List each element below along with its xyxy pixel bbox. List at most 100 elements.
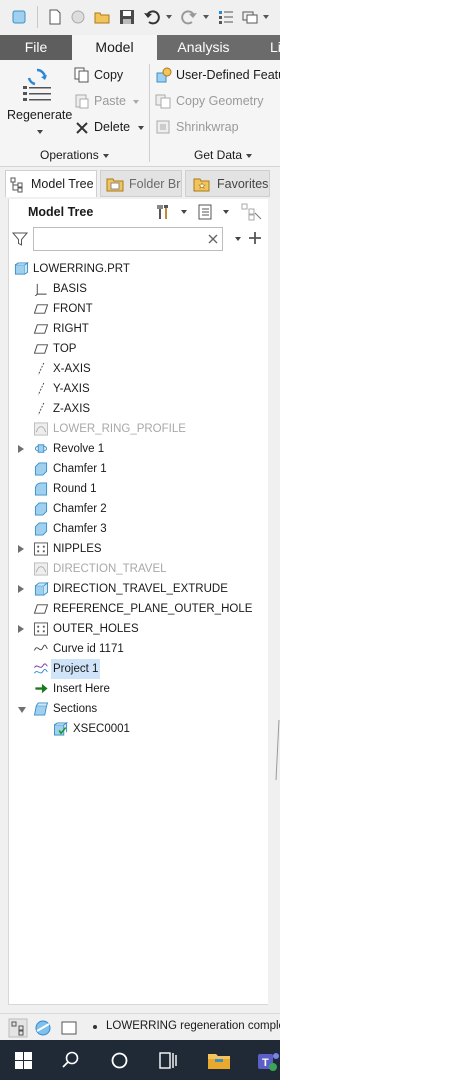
tree-columns-icon[interactable]: [241, 203, 263, 221]
tree-item[interactable]: XSEC0001: [9, 719, 269, 739]
delete-dropdown-caret[interactable]: [138, 126, 144, 130]
tree-item[interactable]: Revolve 1: [9, 439, 269, 459]
tree-item[interactable]: Z-AXIS: [9, 399, 269, 419]
redo-icon[interactable]: [180, 8, 198, 26]
task-view-button[interactable]: [144, 1040, 192, 1080]
browser-toggle-icon[interactable]: [34, 1019, 52, 1037]
search-dropdown-caret[interactable]: [235, 237, 241, 241]
graphics-window-edge: [275, 720, 280, 780]
paste-button[interactable]: Paste: [74, 92, 144, 112]
revolve-icon: [34, 444, 48, 453]
expand-arrow-icon[interactable]: [18, 585, 24, 593]
file-explorer-button[interactable]: [196, 1040, 244, 1080]
tab-file[interactable]: File: [0, 35, 72, 60]
datum-axis-icon: [37, 382, 45, 396]
tree-item[interactable]: Sections: [9, 699, 269, 719]
tree-item-label: Sections: [53, 703, 98, 715]
redo-dropdown-caret[interactable]: [203, 15, 209, 19]
windows-dropdown-caret[interactable]: [263, 15, 269, 19]
clear-search-icon[interactable]: [208, 234, 218, 244]
expand-arrow-icon[interactable]: [18, 445, 24, 453]
show-icon[interactable]: [197, 203, 215, 221]
start-button[interactable]: [0, 1040, 48, 1080]
tree-item[interactable]: NIPPLES: [9, 539, 269, 559]
copy-geometry-button[interactable]: Copy Geometry: [155, 92, 280, 112]
delete-button[interactable]: Delete: [74, 118, 146, 138]
chamfer-icon: [34, 522, 48, 536]
windows-icon[interactable]: [241, 8, 259, 26]
collapse-arrow-icon[interactable]: [18, 707, 26, 713]
filter-icon[interactable]: [12, 231, 28, 247]
tab-favorites-label: Favorites: [217, 177, 269, 191]
expand-arrow-icon[interactable]: [18, 545, 24, 553]
tree-item[interactable]: RIGHT: [9, 319, 269, 339]
regenerate-dropdown-caret[interactable]: [37, 130, 43, 134]
tree-search-input[interactable]: [33, 227, 223, 251]
tree-item[interactable]: OUTER_HOLES: [9, 619, 269, 639]
get-data-group-label[interactable]: Get Data: [194, 148, 253, 162]
tree-item-label: Chamfer 2: [53, 503, 107, 515]
tree-item[interactable]: LOWERRING.PRT: [9, 259, 269, 279]
undo-dropdown-caret[interactable]: [166, 15, 172, 19]
tree-item[interactable]: LOWER_RING_PROFILE: [9, 419, 269, 439]
tree-item[interactable]: BASIS: [9, 279, 269, 299]
tree-item[interactable]: FRONT: [9, 299, 269, 319]
tree-item[interactable]: Chamfer 2: [9, 499, 269, 519]
navigator-toggle-icon[interactable]: [8, 1018, 28, 1038]
tree-item[interactable]: Chamfer 3: [9, 519, 269, 539]
sections-folder-icon: [33, 702, 49, 716]
tab-analysis[interactable]: Analysis: [157, 35, 250, 60]
expand-arrow-icon[interactable]: [18, 625, 24, 633]
add-filter-icon[interactable]: [248, 231, 262, 245]
tab-model[interactable]: Model: [72, 35, 157, 60]
paste-dropdown-caret[interactable]: [133, 100, 139, 104]
cortana-button[interactable]: [96, 1040, 144, 1080]
delete-label: Delete: [94, 120, 131, 134]
csys-icon: [34, 283, 47, 296]
tab-favorites[interactable]: Favorites: [185, 170, 270, 197]
tree-item-label: Insert Here: [53, 683, 110, 695]
app-logo-icon[interactable]: [10, 8, 28, 26]
tree-settings-icon[interactable]: [155, 203, 173, 221]
save-icon[interactable]: [118, 8, 136, 26]
open-session-icon[interactable]: [69, 8, 87, 26]
model-tree-scrollbar[interactable]: [268, 199, 280, 1005]
regenerate-small-icon[interactable]: [217, 8, 235, 26]
tree-item-label: OUTER_HOLES: [53, 623, 139, 635]
copy-button[interactable]: Copy: [74, 66, 144, 86]
taskbar-search-button[interactable]: [48, 1040, 96, 1080]
undo-icon[interactable]: [143, 8, 161, 26]
status-bullet-icon: [93, 1025, 97, 1029]
tree-item[interactable]: Project 1: [9, 659, 269, 679]
tree-item[interactable]: Curve id 1171: [9, 639, 269, 659]
tab-model-tree[interactable]: Model Tree: [5, 170, 97, 197]
regenerate-icon: [23, 68, 51, 101]
open-folder-icon[interactable]: [93, 8, 111, 26]
tree-item-label: Curve id 1171: [53, 643, 124, 655]
curve-icon: [34, 644, 48, 651]
tab-folder-browser[interactable]: Folder Br: [100, 170, 182, 197]
shrinkwrap-button[interactable]: Shrinkwrap: [155, 118, 280, 138]
tree-item-label: Chamfer 3: [53, 523, 107, 535]
user-defined-feature-button[interactable]: User-Defined Featu: [155, 66, 280, 86]
new-file-icon[interactable]: [46, 8, 64, 26]
teams-button[interactable]: T: [246, 1040, 280, 1080]
windows-start-icon: [15, 1052, 32, 1069]
show-dropdown-caret[interactable]: [223, 210, 229, 214]
tree-item[interactable]: Insert Here: [9, 679, 269, 699]
tree-item[interactable]: Round 1: [9, 479, 269, 499]
full-screen-icon[interactable]: [60, 1019, 78, 1037]
tree-item[interactable]: TOP: [9, 339, 269, 359]
model-tree-icon: [10, 177, 23, 193]
tree-settings-dropdown-caret[interactable]: [181, 210, 187, 214]
regenerate-button[interactable]: Regenerate: [4, 64, 72, 140]
tree-item[interactable]: DIRECTION_TRAVEL: [9, 559, 269, 579]
tree-item[interactable]: Chamfer 1: [9, 459, 269, 479]
tab-live-simulation-partial[interactable]: Li: [250, 35, 280, 60]
project-curve-icon: [34, 663, 48, 674]
tree-item[interactable]: X-AXIS: [9, 359, 269, 379]
tree-item[interactable]: Y-AXIS: [9, 379, 269, 399]
operations-group-label[interactable]: Operations: [40, 148, 109, 162]
tree-item[interactable]: REFERENCE_PLANE_OUTER_HOLE: [9, 599, 269, 619]
tree-item[interactable]: DIRECTION_TRAVEL_EXTRUDE: [9, 579, 269, 599]
